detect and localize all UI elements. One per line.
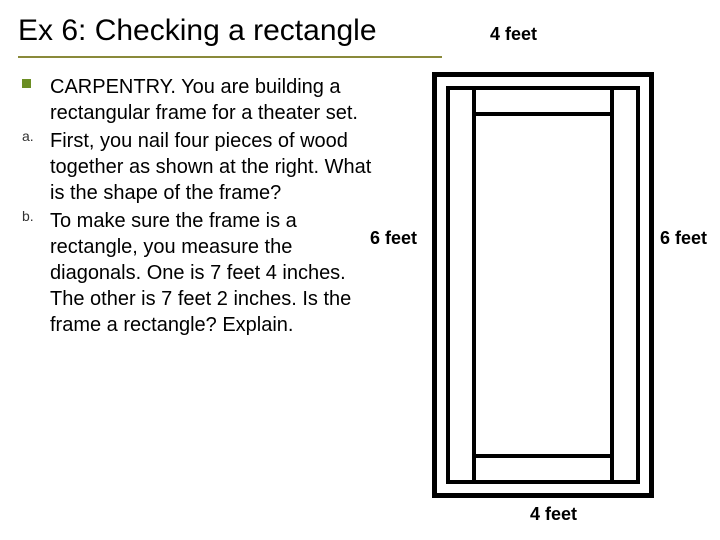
- item-a: a. First, you nail four pieces of wood t…: [22, 128, 378, 206]
- slide: Ex 6: Checking a rectangle 4 feet CARPEN…: [0, 0, 720, 540]
- label-top: 4 feet: [490, 24, 537, 45]
- figure-area: 6 feet 6 feet 4 feet: [370, 72, 710, 522]
- item-intro: CARPENTRY. You are building a rectangula…: [22, 74, 378, 126]
- text-column: CARPENTRY. You are building a rectangula…: [18, 74, 378, 340]
- text-a: First, you nail four pieces of wood toge…: [50, 128, 378, 206]
- bullet-icon: [22, 74, 50, 126]
- intro-text: CARPENTRY. You are building a rectangula…: [50, 74, 378, 126]
- label-left: 6 feet: [370, 228, 417, 249]
- frame-piece-left: [446, 86, 476, 484]
- label-bottom: 4 feet: [530, 504, 577, 525]
- frame-piece-right: [610, 86, 640, 484]
- slide-title: Ex 6: Checking a rectangle: [18, 14, 442, 58]
- frame-figure: [432, 72, 654, 498]
- marker-b: b.: [22, 208, 50, 338]
- text-b: To make sure the frame is a rectangle, y…: [50, 208, 378, 338]
- label-right: 6 feet: [660, 228, 707, 249]
- marker-a: a.: [22, 128, 50, 206]
- item-b: b. To make sure the frame is a rectangle…: [22, 208, 378, 338]
